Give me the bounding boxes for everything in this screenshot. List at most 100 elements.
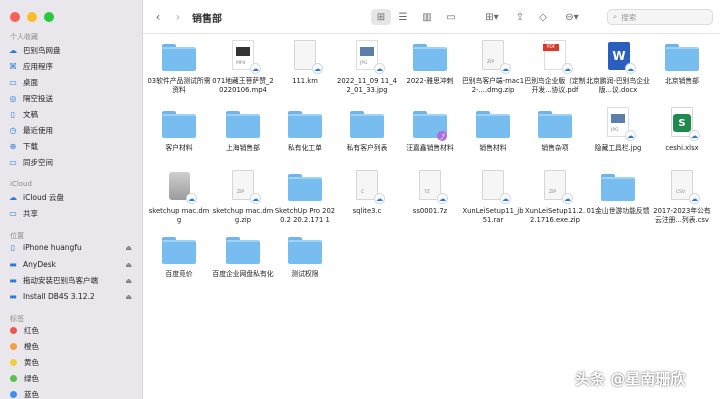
tag-dot-icon <box>10 327 17 334</box>
tag-blue[interactable]: 蓝色 <box>8 387 138 399</box>
file-name: ss0001.7z <box>412 207 448 215</box>
file-name: 私有化工单 <box>288 144 322 152</box>
folder-icon <box>287 107 323 141</box>
tag-green[interactable]: 绿色 <box>8 371 138 386</box>
file-item[interactable]: ☁ 111.km <box>273 40 337 86</box>
tag-red[interactable]: 红色 <box>8 323 138 338</box>
shared-badge-icon: ⤴ <box>437 131 447 141</box>
file-item[interactable]: CSV ☁ 2017-2023年公有云注册...列表.csv <box>650 170 714 225</box>
file-item[interactable]: 销售杂项 <box>523 107 587 153</box>
eject-icon[interactable]: ⏏ <box>125 277 132 285</box>
file-item[interactable]: 私有客户列表 <box>335 107 399 153</box>
file-item[interactable]: 客户材料 <box>147 107 211 153</box>
folder-icon <box>664 40 700 74</box>
action-button[interactable]: ⊖▾ <box>561 9 583 25</box>
forward-button[interactable]: › <box>171 9 185 25</box>
sidebar-item-downloads[interactable]: ⊕ 下载 <box>8 139 138 154</box>
sidebar-item-babelbird-installer[interactable]: ▬ 拖动安装巴别鸟客户端 ⏏ <box>8 273 138 288</box>
file-item[interactable]: ZIP ☁ 巴别鸟客户端-mac12-....dmg.zip <box>461 40 525 95</box>
cloud-status-icon: ☁ <box>500 63 511 74</box>
sidebar-item-shared[interactable]: ▭ 共享 <box>8 206 138 221</box>
file-item[interactable]: 03软件产品测试所需资料 <box>147 40 211 95</box>
file-item[interactable]: S ☁ ceshi.xlsx <box>650 107 714 153</box>
file-item[interactable]: 2022-雅思冲刺 <box>398 40 462 86</box>
eject-icon[interactable]: ⏏ <box>125 293 132 301</box>
close-window-button[interactable] <box>10 12 20 22</box>
sidebar-item-documents[interactable]: ▯ 文稿 <box>8 107 138 122</box>
file-name: SketchUp Pro 2020.2 20.2.171 1 <box>274 207 336 224</box>
minimize-window-button[interactable] <box>27 12 37 22</box>
eject-icon[interactable]: ⏏ <box>125 244 132 252</box>
file-item[interactable]: 7Z ☁ ss0001.7z <box>398 170 462 216</box>
eject-icon[interactable]: ⏏ <box>125 261 132 269</box>
back-button[interactable]: ‹ <box>151 9 165 25</box>
file-name: 隐藏工具栏.jpg <box>594 144 642 152</box>
sidebar-item-babelbird[interactable]: ☁ 巴别鸟网盘 <box>8 43 138 58</box>
sidebar-item-recents[interactable]: ◷ 最近使用 <box>8 123 138 138</box>
tag-label: 绿色 <box>24 374 39 383</box>
search-field[interactable]: ⌕ 搜索 <box>607 9 713 25</box>
sidebar-item-db4s[interactable]: ▬ Install DB4S 3.12.2 ⏏ <box>8 289 138 304</box>
cloud-status-icon: ☁ <box>186 193 197 204</box>
file-item[interactable]: PDF ☁ 巴别鸟企业版（定制开发...协议.pdf <box>523 40 587 95</box>
sidebar-section-icloud: iCloud <box>10 180 32 188</box>
tag-dot-icon <box>10 343 17 350</box>
file-item[interactable]: 01金山世游功能反馈 <box>586 170 650 216</box>
cloud-status-icon: ☁ <box>374 63 385 74</box>
sidebar-item-airdrop[interactable]: ◎ 隔空投送 <box>8 91 138 106</box>
file-item[interactable]: JPG ☁ 2022_11_09 11_42_01_33.jpg <box>335 40 399 95</box>
file-item[interactable]: 私有化工单 <box>273 107 337 153</box>
tag-orange[interactable]: 橙色 <box>8 339 138 354</box>
cloud-status-icon: ☁ <box>250 63 261 74</box>
file-name: XunLeiSetup11.2.2.1716.exe.zip <box>524 207 586 224</box>
file-item[interactable]: W ☁ 北京鹏润-巴别鸟企业版...议.docx <box>586 40 650 95</box>
group-button[interactable]: ⊞▾ <box>481 9 503 25</box>
file-item[interactable]: JPG ☁ 隐藏工具栏.jpg <box>586 107 650 153</box>
file-item[interactable]: MP4 ☁ 071地藏王菩萨赞_20220106.mp4 <box>211 40 275 95</box>
cloud-status-icon: ☁ <box>562 63 573 74</box>
sidebar-item-iphone[interactable]: ▯ iPhone huangfu ⏏ <box>8 240 138 255</box>
tag-label: 红色 <box>24 326 39 335</box>
tag-label: 黄色 <box>24 358 39 367</box>
file-item[interactable]: 北京销售部 <box>650 40 714 86</box>
disk-icon: ▬ <box>9 260 17 269</box>
file-item[interactable]: 测试权限 <box>273 233 337 279</box>
file-item[interactable]: ☁ sketchup mac.dmg <box>147 170 211 225</box>
file-item[interactable]: C ☁ sqlite3.c <box>335 170 399 216</box>
cloud-status-icon: ☁ <box>312 63 323 74</box>
file-item[interactable]: ☁ XunLeiSetup11_jb51.rar <box>461 170 525 225</box>
gallery-view-button[interactable]: ▭ <box>443 9 459 25</box>
folder-icon <box>287 170 323 204</box>
sidebar-item-anydesk[interactable]: ▬ AnyDesk ⏏ <box>8 257 138 272</box>
file-item[interactable]: 上海销售部 <box>211 107 275 153</box>
file-item[interactable]: 百度竞价 <box>147 233 211 279</box>
list-view-button[interactable]: ☰ <box>395 9 411 25</box>
file-item[interactable]: 销售材料 <box>461 107 525 153</box>
share-button[interactable]: ⇧ <box>513 9 527 25</box>
sidebar-item-label: 桌面 <box>23 78 38 87</box>
sidebar-item-sync-space[interactable]: ▭ 同步空间 <box>8 155 138 170</box>
tag-yellow[interactable]: 黄色 <box>8 355 138 370</box>
file-icon: ☁ <box>161 170 197 204</box>
file-item[interactable]: ZIP ☁ XunLeiSetup11.2.2.1716.exe.zip <box>523 170 587 225</box>
gallery-icon: ▭ <box>446 11 456 23</box>
zoom-window-button[interactable] <box>44 12 54 22</box>
file-icon: PDF ☁ <box>537 40 573 74</box>
cloud-icon: ☁ <box>9 46 17 55</box>
folder-icon <box>287 233 323 267</box>
file-name: 汪嘉鑫销售材料 <box>406 144 454 152</box>
icon-view-button[interactable]: ⊞ <box>371 9 391 25</box>
sidebar-item-applications[interactable]: ⌘ 应用程序 <box>8 59 138 74</box>
column-view-button[interactable]: ▥ <box>419 9 435 25</box>
file-item[interactable]: ⤴ 汪嘉鑫销售材料 <box>398 107 462 153</box>
file-name: 111.km <box>292 77 318 85</box>
file-item[interactable]: ZIP ☁ sketchup mac.dmg.zip <box>211 170 275 225</box>
columns-icon: ▥ <box>422 11 432 23</box>
file-item[interactable]: 百度企业网盘私有化 <box>211 233 275 279</box>
sidebar-item-label: Install DB4S 3.12.2 <box>23 292 95 301</box>
file-item[interactable]: SketchUp Pro 2020.2 20.2.171 1 <box>273 170 337 225</box>
file-icon: ZIP ☁ <box>475 40 511 74</box>
tag-button[interactable]: ◇ <box>536 9 550 25</box>
sidebar-item-icloud-drive[interactable]: ☁ iCloud 云盘 <box>8 190 138 205</box>
sidebar-item-desktop[interactable]: ▭ 桌面 <box>8 75 138 90</box>
